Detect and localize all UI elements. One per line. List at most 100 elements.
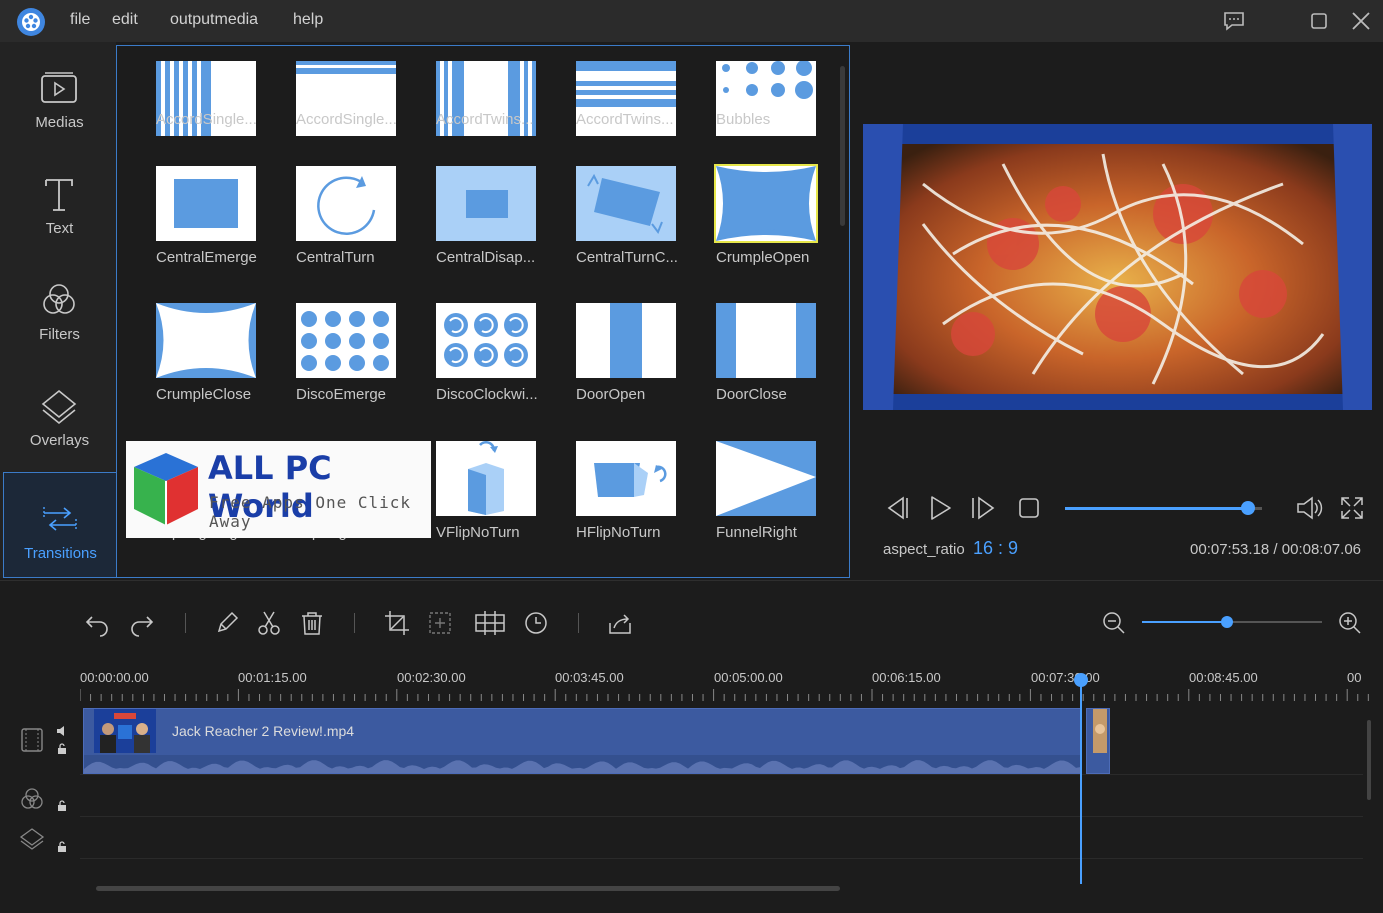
timeline-zoom-slider[interactable] (1142, 616, 1322, 628)
transition-label: CentralEmerge (156, 249, 257, 266)
maximize-icon[interactable] (1306, 8, 1332, 34)
transition-label: CentralDisap... (436, 249, 536, 266)
transition-centralemerge[interactable]: CentralEmerge (156, 166, 266, 276)
toolbar-separator (354, 613, 355, 633)
lock-icon[interactable] (56, 743, 68, 755)
transition-centralturn[interactable]: CentralTurn (296, 166, 406, 276)
toolbar-separator (578, 613, 579, 633)
video-clip[interactable]: Jack Reacher 2 Review!.mp4 (83, 708, 1081, 774)
transition-discoclockwise[interactable]: DiscoClockwi... (436, 303, 546, 413)
transition-accordsingle-2[interactable]: AccordSingle... (296, 61, 406, 171)
feedback-icon[interactable] (1221, 8, 1247, 34)
transition-centralturnclockwise[interactable]: CentralTurnC... (576, 166, 686, 276)
export-share-icon[interactable] (606, 609, 634, 637)
video-preview[interactable] (863, 124, 1372, 410)
transition-crumpleopen[interactable]: CrumpleOpen (714, 164, 826, 276)
volume-icon[interactable] (1294, 493, 1324, 523)
transition-thumb (716, 441, 816, 516)
next-frame-icon[interactable] (969, 493, 999, 523)
ruler-label: 00:01:15.00 (238, 670, 307, 685)
duration-icon[interactable] (522, 609, 550, 637)
transition-thumb (576, 166, 676, 241)
overlay-track[interactable] (80, 819, 1363, 859)
menu-file[interactable]: file (70, 11, 90, 29)
ruler-label: 00:03:45.00 (555, 670, 624, 685)
menu-help[interactable]: help (293, 11, 323, 29)
edit-pencil-icon[interactable] (213, 609, 241, 637)
close-icon[interactable] (1348, 8, 1374, 34)
zoom-in-icon[interactable] (1336, 609, 1364, 637)
sidebar-item-transitions[interactable]: Transitions (3, 472, 116, 578)
transition-crumpleclose[interactable]: CrumpleClose (156, 303, 266, 413)
playback-progress-fill (1065, 507, 1249, 510)
timeline-zoom-fill (1142, 621, 1227, 623)
text-icon (45, 179, 73, 211)
delete-icon[interactable] (298, 609, 326, 637)
filter-track[interactable] (80, 777, 1363, 817)
transition-doorclose[interactable]: DoorClose (716, 303, 826, 413)
fullscreen-icon[interactable] (1337, 493, 1367, 523)
transition-bubbles[interactable]: Bubbles (716, 61, 826, 171)
menu-outputmedia[interactable]: outputmedia (170, 11, 258, 29)
ruler-label: 00:02:30.00 (397, 670, 466, 685)
stop-icon[interactable] (1014, 493, 1044, 523)
split-screen-icon[interactable] (474, 609, 506, 637)
transition-label: CrumpleClose (156, 386, 252, 403)
sidebar-item-filters[interactable]: Filters (3, 254, 116, 360)
timeline-zoom-handle[interactable] (1220, 616, 1233, 628)
undo-icon[interactable] (83, 609, 111, 637)
transition-centraldisappear[interactable]: CentralDisap... (436, 166, 546, 276)
transition-discoemerge[interactable]: DiscoEmerge (296, 303, 406, 413)
timeline-horizontal-scrollbar[interactable] (96, 886, 840, 891)
grid-scrollbar[interactable] (840, 66, 845, 226)
transition-label: AccordSingle... (156, 111, 257, 128)
transition-thumb (156, 303, 256, 378)
playhead[interactable] (1080, 674, 1082, 884)
transition-vflipnoturn[interactable]: VFlipNoTurn (436, 441, 546, 551)
clip-thumbnail (94, 709, 156, 753)
previous-frame-icon[interactable] (881, 493, 911, 523)
overlays-icon (41, 389, 77, 425)
lock-icon[interactable] (56, 841, 68, 853)
redo-icon[interactable] (128, 609, 156, 637)
mute-icon[interactable] (56, 725, 68, 737)
timeline-ruler[interactable]: 00:00:00.00 00:01:15.00 00:02:30.00 00:0… (80, 665, 1370, 705)
transition-thumb (296, 303, 396, 378)
sidebar-item-text[interactable]: Text (3, 148, 116, 254)
ruler-label: 00:00:00.00 (80, 670, 149, 685)
filters-icon (43, 284, 75, 314)
watermark-subtitle: Free Apps One Click Away (209, 493, 412, 531)
aspect-ratio-selector[interactable]: 16 : 9 (973, 538, 1018, 559)
transition-funnelright[interactable]: FunnelRight (716, 441, 826, 551)
sidebar-label-overlays: Overlays (29, 432, 90, 449)
transition-thumb (716, 303, 816, 378)
timeline-vertical-scrollbar[interactable] (1367, 720, 1371, 800)
transition-label: DiscoEmerge (296, 386, 387, 403)
transition-label: CentralTurnC... (576, 249, 678, 266)
scissors-icon[interactable] (255, 609, 283, 637)
watermark: ALL PC World Free Apps One Click Away (126, 441, 431, 538)
toolbar-separator (185, 613, 186, 633)
lock-icon[interactable] (56, 800, 68, 812)
transition-label: HFlipNoTurn (576, 524, 661, 541)
ruler-label: 00:05:00.00 (714, 670, 783, 685)
sidebar-item-overlays[interactable]: Overlays (3, 360, 116, 466)
transition-label: AccordSingle... (296, 111, 397, 128)
transition-accordtwins-2[interactable]: AccordTwins... (576, 61, 686, 171)
transition-accordtwins-1[interactable]: AccordTwins... (436, 61, 546, 171)
ruler-label: 00:07:30.00 (1031, 670, 1100, 685)
transition-accordsingle-1[interactable]: AccordSingle... (156, 61, 266, 171)
menu-edit[interactable]: edit (112, 11, 138, 29)
sidebar-label-medias: Medias (35, 114, 84, 131)
transition-dooropen[interactable]: DoorOpen (576, 303, 686, 413)
zoom-out-icon[interactable] (1100, 609, 1128, 637)
playhead-handle[interactable] (1074, 673, 1088, 687)
sidebar-item-medias[interactable]: Medias (3, 42, 116, 148)
crop-icon[interactable] (383, 609, 411, 637)
playback-progress-bar[interactable] (1065, 501, 1262, 515)
transition-thumb (576, 441, 676, 516)
transition-hflipnoturn[interactable]: HFlipNoTurn (576, 441, 686, 551)
mosaic-icon[interactable] (426, 609, 454, 637)
play-icon[interactable] (925, 493, 955, 523)
video-clip-end[interactable] (1086, 708, 1110, 774)
